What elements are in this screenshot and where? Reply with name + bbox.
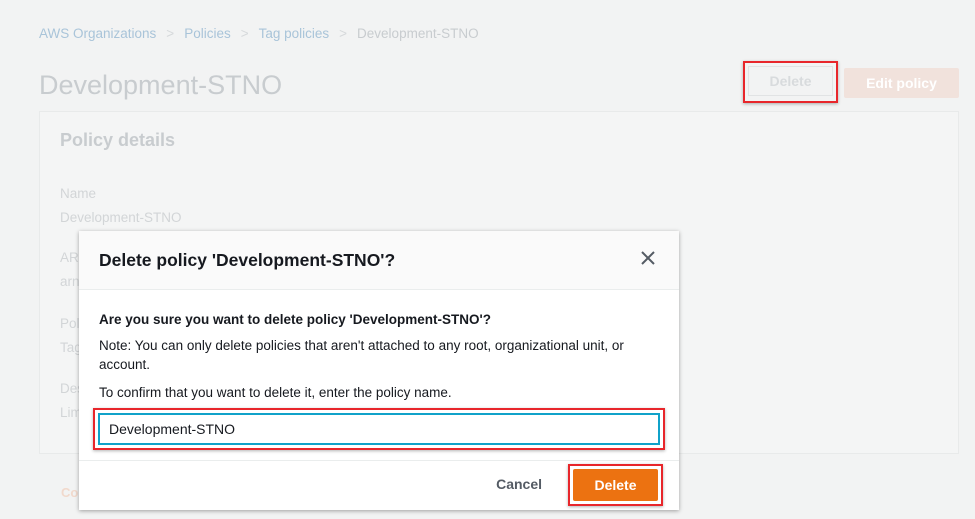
breadcrumb: AWS Organizations > Policies > Tag policie… (39, 26, 479, 41)
breadcrumb-separator: > (166, 26, 175, 41)
delete-label: Delete (748, 66, 833, 96)
policy-type-label: Pol (60, 316, 80, 331)
dialog-header: Delete policy 'Development-STNO'? (79, 231, 679, 290)
confirm-delete-button[interactable]: Delete (573, 469, 658, 501)
dialog-note: Note: You can only delete policies that … (99, 338, 624, 372)
edit-policy-button[interactable]: Edit policy (844, 68, 959, 98)
delete-policy-dialog: Delete policy 'Development-STNO'? Are yo… (79, 231, 679, 510)
content-tab: Co (61, 485, 79, 500)
breadcrumb-current: Development-STNO (357, 26, 479, 41)
delete-policy-button[interactable]: Delete (743, 61, 838, 103)
name-label: Name (60, 186, 97, 201)
card-title: Policy details (60, 130, 176, 150)
policy-name-input[interactable] (98, 413, 660, 445)
breadcrumb-tag-policies[interactable]: Tag policies (259, 26, 330, 41)
arn-value: arn (60, 274, 80, 289)
dialog-question: Are you sure you want to delete policy '… (99, 312, 491, 327)
breadcrumb-policies[interactable]: Policies (184, 26, 231, 41)
breadcrumb-organizations[interactable]: AWS Organizations (39, 26, 156, 41)
breadcrumb-separator: > (339, 26, 348, 41)
dialog-footer: Cancel Delete (79, 460, 679, 510)
arn-label: AR (60, 250, 79, 265)
page-title: Development-STNO (39, 70, 283, 100)
close-icon[interactable] (639, 249, 657, 267)
name-value: Development-STNO (60, 210, 182, 225)
confirm-instruction: To confirm that you want to delete it, e… (99, 385, 452, 400)
cancel-button[interactable]: Cancel (496, 476, 542, 492)
breadcrumb-separator: > (240, 26, 249, 41)
dialog-title: Delete policy 'Development-STNO'? (99, 250, 396, 270)
